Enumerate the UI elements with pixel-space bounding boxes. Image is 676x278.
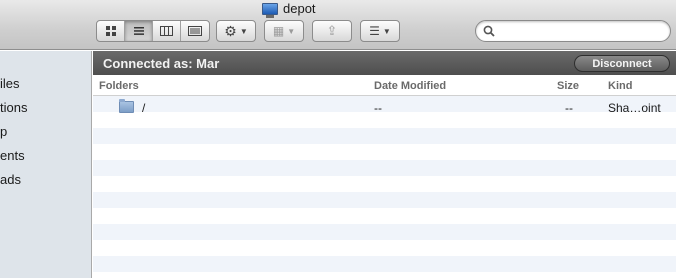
search-icon <box>483 25 495 37</box>
window-title: depot <box>262 0 316 18</box>
sidebar-item[interactable]: p <box>0 124 7 142</box>
sidebar-item[interactable]: iles <box>0 76 20 94</box>
arrange-button[interactable]: ▦ ▼ <box>264 20 304 42</box>
connection-banner: Connected as: Mar Disconnect <box>93 51 676 75</box>
column-header-date-modified[interactable]: Date Modified <box>374 80 446 92</box>
column-header-folders[interactable]: Folders <box>99 80 139 92</box>
list-view-icon <box>133 27 144 35</box>
gear-icon: ⚙ <box>224 22 237 39</box>
share-button[interactable]: ⇪ <box>312 20 352 42</box>
dropdown-arrow-icon: ▼ <box>239 26 248 36</box>
stripe-row <box>93 256 676 272</box>
title-bar: depot ⚙ ▼ ▦ ▼ ⇪ ☰ ▼ <box>0 0 676 50</box>
group-by-icon: ☰ <box>369 24 380 38</box>
sidebar: iles tions p ents ads <box>0 51 92 278</box>
action-menu-button[interactable]: ⚙ ▼ <box>216 20 256 42</box>
stripe-row <box>93 176 676 192</box>
arrange-icon: ▦ <box>272 24 285 38</box>
row-date-modified: -- <box>374 101 382 115</box>
list-view-button[interactable] <box>125 21 153 41</box>
icon-view-icon <box>105 26 116 36</box>
table-row[interactable]: / -- -- Sha…oint <box>93 98 676 118</box>
connected-as-label: Connected as: Mar <box>103 55 220 71</box>
column-view-icon <box>160 26 173 36</box>
view-mode-selector <box>96 20 210 42</box>
column-header-size[interactable]: Size <box>557 80 579 92</box>
column-view-button[interactable] <box>153 21 181 41</box>
dropdown-arrow-icon: ▼ <box>382 26 391 36</box>
stripe-row <box>93 128 676 144</box>
window-title-text: depot <box>283 1 316 16</box>
dropdown-arrow-icon: ▼ <box>287 26 296 36</box>
search-input[interactable] <box>499 24 659 38</box>
coverflow-view-button[interactable] <box>181 21 209 41</box>
sidebar-item[interactable]: tions <box>0 100 27 118</box>
stripe-row <box>93 272 676 278</box>
search-field[interactable] <box>475 20 671 42</box>
stripe-row <box>93 192 676 208</box>
stripe-row <box>93 144 676 160</box>
network-volume-icon <box>262 2 278 18</box>
row-kind: Sha…oint <box>608 101 661 115</box>
column-header-kind[interactable]: Kind <box>608 80 632 92</box>
group-by-button[interactable]: ☰ ▼ <box>360 20 400 42</box>
row-name: / <box>142 101 146 115</box>
share-icon: ⇪ <box>326 23 338 38</box>
disconnect-button[interactable]: Disconnect <box>574 55 670 72</box>
icon-view-button[interactable] <box>97 21 125 41</box>
sidebar-item[interactable]: ents <box>0 148 25 166</box>
stripe-row <box>93 224 676 240</box>
stripe-row <box>93 240 676 256</box>
coverflow-view-icon <box>188 26 202 36</box>
folder-icon <box>119 99 134 113</box>
column-header: Folders Date Modified Size Kind <box>93 76 676 96</box>
file-list: / -- -- Sha…oint <box>93 96 676 278</box>
sidebar-item[interactable]: ads <box>0 172 21 190</box>
stripe-row <box>93 160 676 176</box>
stripe-row <box>93 208 676 224</box>
row-size: -- <box>565 101 573 115</box>
